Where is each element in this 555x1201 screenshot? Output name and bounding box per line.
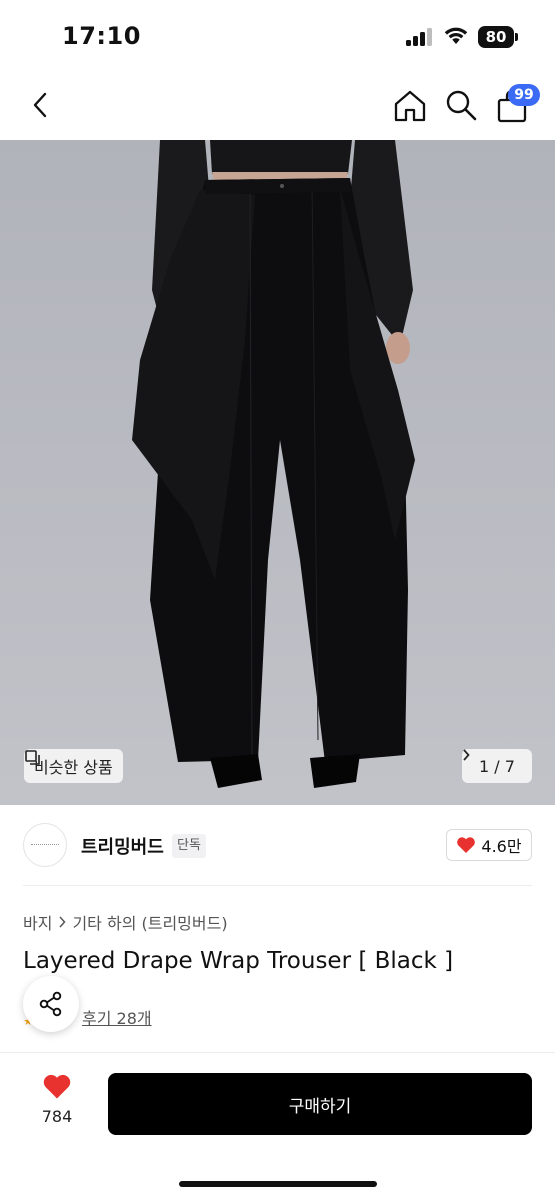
divider bbox=[23, 885, 532, 886]
product-image[interactable]: 비슷한 상품 1 / 7 bbox=[0, 140, 555, 805]
image-counter-label: 1 / 7 bbox=[479, 756, 515, 776]
chevron-right-icon bbox=[59, 916, 66, 928]
breadcrumb-category[interactable]: 바지 bbox=[23, 910, 52, 934]
product-title: Layered Drape Wrap Trouser [ Black ] bbox=[23, 948, 454, 974]
search-icon[interactable] bbox=[444, 88, 478, 122]
bottom-bar: 784 구매하기 bbox=[0, 1052, 555, 1201]
wishlist-count: 784 bbox=[41, 1107, 73, 1126]
heart-icon bbox=[43, 1074, 71, 1099]
store-like-button[interactable]: 4.6만 bbox=[446, 829, 532, 861]
breadcrumb-subcategory[interactable]: 기타 하의 (트리밍버드) bbox=[72, 910, 227, 934]
exclusive-tag: 단독 bbox=[172, 834, 206, 858]
status-bar: 17:10 80 bbox=[0, 0, 555, 70]
heart-icon bbox=[457, 837, 476, 853]
home-icon[interactable] bbox=[392, 88, 428, 124]
chevron-right-icon bbox=[463, 749, 470, 761]
signal-icon bbox=[406, 28, 434, 46]
store-row: 트리밍버드 단독 4.6만 bbox=[0, 805, 555, 887]
nav-bar bbox=[0, 70, 555, 140]
back-button[interactable] bbox=[26, 88, 56, 122]
similar-products-button[interactable]: 비슷한 상품 bbox=[24, 749, 123, 783]
review-link[interactable]: 후기 28개 bbox=[82, 1005, 152, 1029]
store-like-count: 4.6만 bbox=[481, 837, 522, 856]
share-icon bbox=[39, 991, 62, 1017]
store-name[interactable]: 트리밍버드 bbox=[81, 833, 164, 859]
copy-icon bbox=[25, 750, 40, 765]
home-indicator bbox=[179, 1181, 377, 1187]
share-button[interactable] bbox=[23, 976, 79, 1032]
status-time: 17:10 bbox=[62, 22, 141, 50]
battery-indicator: 80 bbox=[478, 26, 514, 48]
buy-button[interactable]: 구매하기 bbox=[108, 1073, 532, 1135]
store-logo[interactable] bbox=[23, 823, 67, 867]
cart-count-badge: 99 bbox=[508, 84, 540, 106]
breadcrumb: 바지 기타 하의 (트리밍버드) bbox=[23, 910, 228, 934]
wishlist-button[interactable]: 784 bbox=[34, 1073, 80, 1133]
similar-products-label: 비슷한 상품 bbox=[34, 758, 113, 777]
battery-tip bbox=[515, 33, 518, 41]
image-counter[interactable]: 1 / 7 bbox=[462, 749, 532, 783]
model-photo bbox=[0, 140, 555, 805]
wifi-icon bbox=[444, 27, 468, 44]
